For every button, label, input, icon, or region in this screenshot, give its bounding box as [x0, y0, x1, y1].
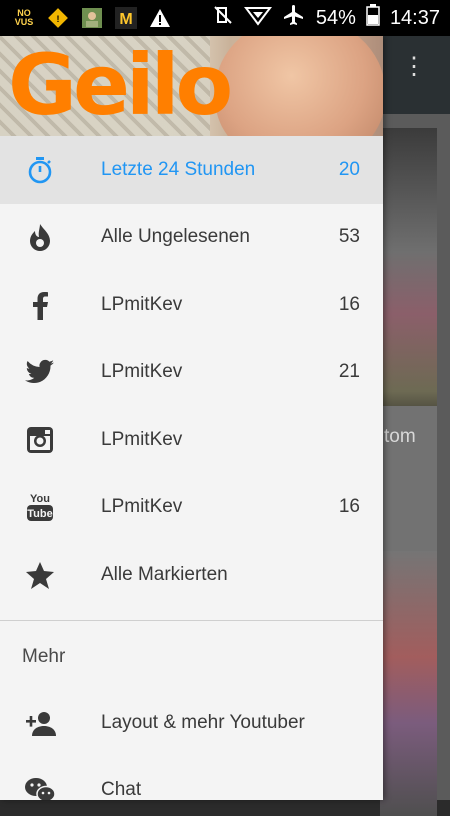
menu-item-layout-youtuber[interactable]: Layout & mehr Youtuber: [0, 689, 383, 756]
drawer-header-title: Geilo: [8, 36, 233, 134]
menu-item-label: Alle Markierten: [101, 563, 228, 585]
menu-item-label: LPmitKev: [101, 293, 183, 315]
menu-item-count: 53: [338, 226, 360, 248]
warning-diamond-icon: !: [46, 7, 70, 29]
mute-icon: [212, 4, 234, 32]
section-divider: [0, 620, 383, 621]
menu-item-count: 20: [338, 158, 360, 180]
novus-icon: NO VUS: [14, 8, 34, 27]
navigation-drawer: Geilo Letzte 24 Stunden 20 Alle Ungelese…: [0, 36, 383, 800]
menu-item-chat[interactable]: Chat: [0, 756, 383, 800]
menu-item-twitter[interactable]: LPmitKev 21: [0, 339, 383, 407]
menu-item-count: 21: [338, 361, 360, 383]
svg-text:Tube: Tube: [27, 508, 52, 520]
svg-text:You: You: [30, 493, 50, 505]
menu-item-label: Layout & mehr Youtuber: [101, 711, 305, 733]
airplane-icon: [282, 3, 306, 33]
menu-item-all-unread[interactable]: Alle Ungelesenen 53: [0, 204, 383, 272]
alert-triangle-icon: [148, 7, 172, 29]
header-photo-face: [215, 36, 383, 136]
svg-text:!: !: [57, 14, 60, 24]
notification-icons: NO VUS ! M: [0, 7, 172, 29]
menu-item-youtube[interactable]: You Tube LPmitKev 16: [0, 474, 383, 542]
timer-icon: [24, 154, 56, 186]
background-card-image[interactable]: [380, 128, 437, 438]
twitter-icon: [24, 356, 56, 388]
facebook-icon: [24, 289, 56, 321]
menu-item-label: Chat: [101, 778, 142, 800]
star-icon: [24, 559, 56, 591]
mcdonalds-icon: M: [114, 7, 138, 29]
menu-item-starred[interactable]: Alle Markierten: [0, 541, 383, 609]
status-bar: NO VUS ! M 54% 14:37: [0, 0, 450, 36]
background-card-image-2[interactable]: [380, 551, 437, 816]
menu-item-facebook[interactable]: LPmitKev 16: [0, 271, 383, 339]
menu-item-last-24h[interactable]: Letzte 24 Stunden 20: [0, 136, 383, 204]
chat-icon: [24, 774, 56, 800]
menu-item-label: Letzte 24 Stunden: [101, 158, 256, 180]
menu-item-label: LPmitKev: [101, 496, 183, 518]
menu-item-instagram[interactable]: LPmitKev: [0, 406, 383, 474]
add-person-icon: [24, 707, 56, 739]
overflow-menu-icon[interactable]: ⋮: [402, 55, 426, 79]
photo-icon: [80, 7, 104, 29]
instagram-icon: [24, 424, 56, 456]
battery-icon: [366, 4, 380, 32]
menu-item-label: Alle Ungelesenen: [101, 226, 250, 248]
menu-item-label: LPmitKev: [101, 361, 183, 383]
drawer-header: Geilo: [0, 36, 383, 136]
flame-icon: [24, 221, 56, 253]
menu-item-count: 16: [338, 496, 360, 518]
clock: 14:37: [389, 6, 440, 29]
battery-percent: 54%: [315, 6, 356, 29]
youtube-icon: You Tube: [24, 491, 56, 523]
drawer-menu: Letzte 24 Stunden 20 Alle Ungelesenen 53…: [0, 136, 383, 609]
menu-item-label: LPmitKev: [101, 428, 183, 450]
menu-item-count: 16: [338, 293, 360, 315]
svg-text:M: M: [119, 11, 132, 28]
background-card-title: tom: [384, 426, 416, 447]
section-header-more: Mehr: [22, 646, 66, 667]
signal-icon: [243, 4, 272, 32]
